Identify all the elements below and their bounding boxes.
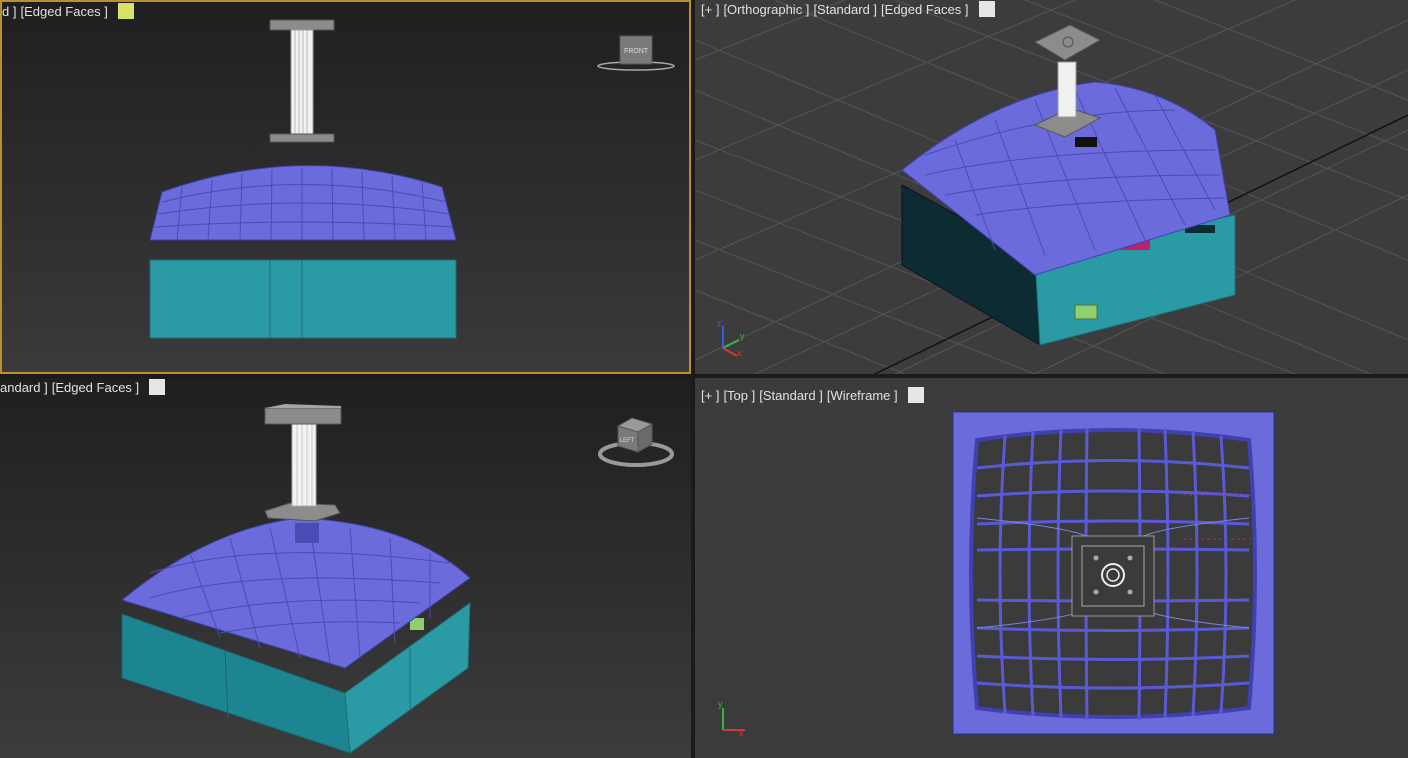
pillar-top-plate[interactable]	[269, 19, 335, 31]
viewport-label-front: d ] [Edged Faces ]	[2, 2, 134, 20]
viewcube-face-label: FRONT	[624, 48, 649, 55]
label-plus[interactable]: [+ ]	[701, 2, 719, 17]
top-view-scene	[952, 411, 1275, 735]
label-shading[interactable]: [Edged Faces ]	[20, 4, 107, 19]
viewport-color-swatch[interactable]	[149, 379, 166, 395]
viewport-perspective[interactable]: andard ] [Edged Faces ] LEFT	[0, 378, 691, 758]
pillar-top-plate[interactable]	[1033, 24, 1102, 61]
label-standard[interactable]: [Standard ]	[759, 388, 823, 403]
label-shading[interactable]: [Wireframe ]	[827, 388, 898, 403]
orthographic-view-scene	[695, 0, 1408, 374]
axis-x-label: x	[737, 348, 742, 358]
label-part[interactable]: d ]	[2, 4, 16, 19]
pillar-column[interactable]	[1057, 61, 1077, 118]
label-view[interactable]: [Orthographic ]	[723, 2, 809, 17]
axis-z-label: z	[717, 318, 722, 328]
base-box[interactable]	[149, 259, 457, 339]
pillar-top-plate[interactable]	[264, 407, 342, 425]
viewport-color-swatch[interactable]	[907, 387, 924, 403]
viewport-color-swatch[interactable]	[117, 3, 134, 19]
viewcube-face-label: LEFT	[620, 438, 635, 444]
label-plus[interactable]: [+ ]	[701, 388, 719, 403]
axis-tripod: z y x	[717, 318, 745, 358]
pillar-column[interactable]	[290, 29, 314, 135]
viewport-label-orthographic: [+ ] [Orthographic ] [Standard ] [Edged …	[701, 0, 995, 18]
viewcube-front[interactable]: FRONT	[596, 34, 676, 74]
front-view-scene	[149, 19, 457, 339]
roof-opening	[295, 523, 319, 543]
label-standard[interactable]: [Standard ]	[813, 2, 877, 17]
viewport-color-swatch[interactable]	[978, 1, 995, 17]
axis-x-label: x	[739, 728, 744, 738]
sensor-board[interactable]	[1074, 304, 1098, 320]
pillar-base-plate[interactable]	[1071, 535, 1155, 617]
viewport-label-top: [+ ] [Top ] [Standard ] [Wireframe ]	[701, 386, 924, 404]
axis-y-label: y	[718, 699, 723, 709]
viewport-top[interactable]: [+ ] [Top ] [Standard ] [Wireframe ] y x	[695, 378, 1408, 758]
label-standard[interactable]: andard ]	[0, 380, 48, 395]
viewport-front[interactable]: d ] [Edged Faces ] FRONT	[0, 0, 691, 374]
viewport-orthographic[interactable]: [+ ] [Orthographic ] [Standard ] [Edged …	[695, 0, 1408, 374]
perspective-view-scene	[120, 404, 471, 754]
label-view[interactable]: [Top ]	[723, 388, 755, 403]
label-shading[interactable]: [Edged Faces ]	[52, 380, 139, 395]
roof-opening	[1075, 137, 1097, 147]
axis-tripod: y x	[718, 699, 745, 738]
viewcube-perspective[interactable]: LEFT	[596, 412, 676, 468]
label-shading[interactable]: [Edged Faces ]	[881, 2, 968, 17]
pillar-bottom-plate[interactable]	[269, 133, 335, 143]
viewport-label-perspective: andard ] [Edged Faces ]	[0, 378, 166, 396]
axis-y-label: y	[740, 331, 745, 341]
